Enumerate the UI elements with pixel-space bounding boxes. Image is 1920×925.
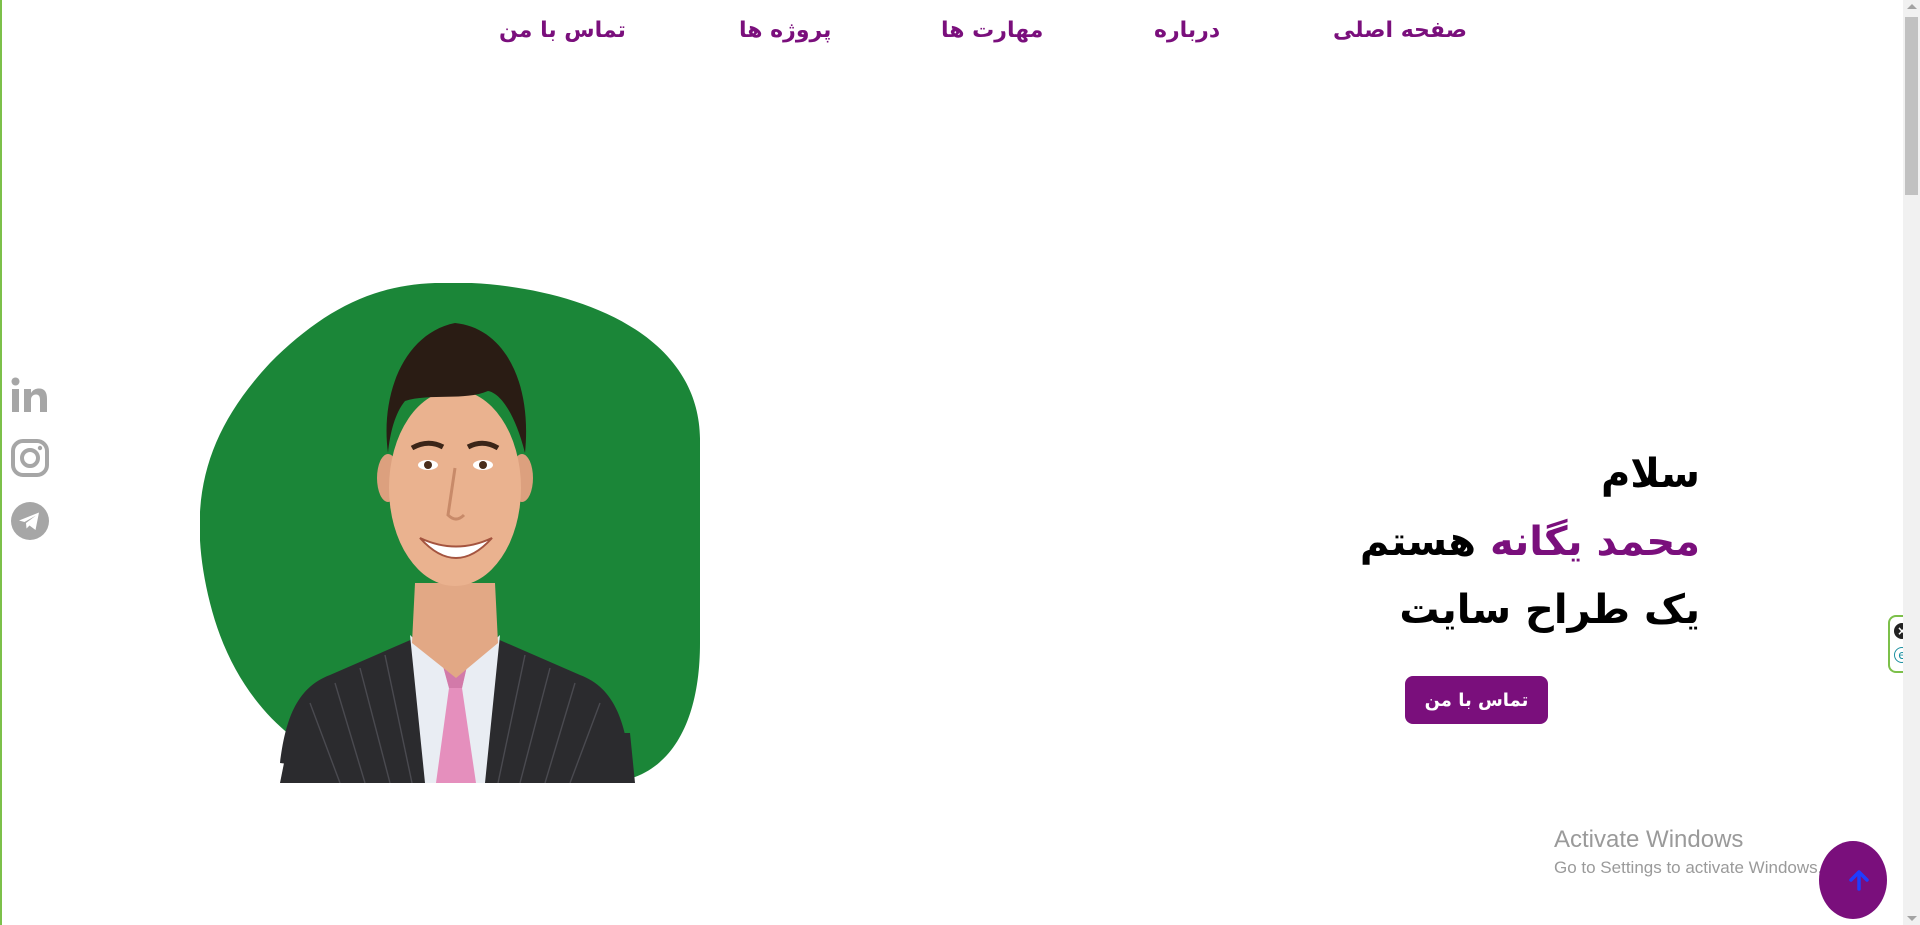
hero-role: یک طراح سایت — [1399, 587, 1700, 633]
top-nav: صفحه اصلی درباره مهارت ها پروژه ها تماس … — [0, 18, 1900, 48]
back-to-top-button[interactable] — [1819, 841, 1887, 919]
hero-name-line: محمد یگانه هستم — [1360, 508, 1700, 576]
hero-intro: سلام محمد یگانه هستم یک طراح سایت — [1360, 440, 1700, 644]
scrollbar-thumb[interactable] — [1905, 17, 1918, 195]
linkedin-icon[interactable] — [10, 375, 50, 415]
hero-name-suffix: هستم — [1359, 519, 1490, 565]
hero-name: محمد یگانه — [1489, 519, 1700, 565]
vertical-scrollbar[interactable] — [1903, 0, 1920, 925]
instagram-icon[interactable] — [10, 438, 50, 478]
nav-projects-link[interactable]: پروژه ها — [739, 18, 831, 43]
hero-greeting: سلام — [1600, 451, 1700, 497]
scroll-down-arrow-icon[interactable] — [1907, 916, 1917, 921]
watermark-subtitle: Go to Settings to activate Windows. — [1554, 858, 1823, 877]
profile-portrait — [199, 282, 701, 784]
nav-home-link[interactable]: صفحه اصلی — [1333, 18, 1467, 43]
arrow-up-icon — [1849, 870, 1869, 891]
telegram-icon[interactable] — [10, 501, 50, 541]
window-left-border — [0, 0, 2, 925]
page: صفحه اصلی درباره مهارت ها پروژه ها تماس … — [0, 0, 1920, 925]
scroll-up-arrow-icon[interactable] — [1907, 4, 1917, 9]
watermark-title: Activate Windows — [1554, 826, 1744, 853]
nav-contact-link[interactable]: تماس با من — [499, 18, 626, 43]
contact-me-button[interactable]: تماس با من — [1405, 676, 1548, 724]
activate-windows-watermark: Activate Windows Go to Settings to activ… — [1554, 826, 1822, 878]
nav-skills-link[interactable]: مهارت ها — [941, 18, 1043, 43]
nav-about-link[interactable]: درباره — [1154, 18, 1220, 43]
